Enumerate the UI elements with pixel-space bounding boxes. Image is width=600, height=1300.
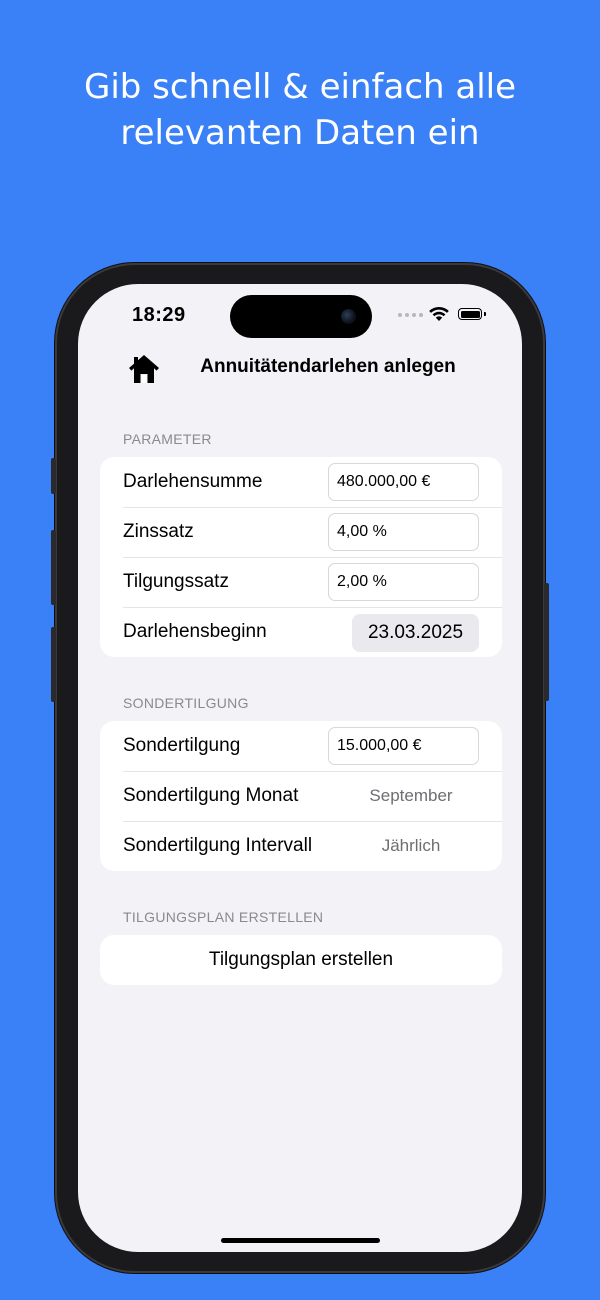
zinssatz-input[interactable]	[328, 513, 479, 551]
parameter-group: Darlehensumme Zinssatz Tilgungssatz Darl…	[100, 457, 502, 657]
promo-headline-line-2: relevanten Daten ein	[120, 113, 480, 153]
row-darlehenssumme: Darlehensumme	[100, 457, 502, 507]
darlehenssumme-label: Darlehensumme	[123, 471, 263, 492]
row-tilgungssatz: Tilgungssatz	[100, 557, 502, 607]
sondertilgung-monat-picker[interactable]: September	[336, 786, 486, 806]
sondertilgung-group: Sondertilgung Sondertilgung Monat Septem…	[100, 721, 502, 871]
front-camera-icon	[341, 309, 356, 324]
promo-headline: Gib schnell & einfach alle relevanten Da…	[0, 64, 600, 156]
home-indicator[interactable]	[221, 1238, 380, 1243]
phone-action-button	[51, 458, 56, 494]
phone-volume-up-button	[51, 530, 56, 605]
zinssatz-label: Zinssatz	[123, 521, 194, 542]
phone-power-button	[544, 583, 549, 701]
section-header-sondertilgung: SONDERTILGUNG	[123, 695, 249, 711]
row-darlehensbeginn: Darlehensbeginn 23.03.2025	[100, 607, 502, 657]
sondertilgung-input[interactable]	[328, 727, 479, 765]
status-time: 18:29	[132, 304, 186, 326]
tilgungssatz-label: Tilgungssatz	[123, 571, 229, 592]
darlehensbeginn-label: Darlehensbeginn	[123, 621, 267, 642]
row-zinssatz: Zinssatz	[100, 507, 502, 557]
sondertilgung-monat-label: Sondertilgung Monat	[123, 785, 299, 806]
signal-dots-icon	[398, 313, 423, 317]
darlehensbeginn-date-picker[interactable]: 23.03.2025	[352, 614, 479, 652]
wifi-icon	[429, 306, 449, 321]
promo-headline-line-1: Gib schnell & einfach alle	[83, 67, 517, 107]
sondertilgung-intervall-label: Sondertilgung Intervall	[123, 835, 313, 856]
page-title: Annuitätendarlehen anlegen	[200, 356, 456, 377]
house-icon[interactable]	[128, 354, 160, 384]
row-sondertilgung-intervall: Sondertilgung Intervall Jährlich	[100, 821, 502, 871]
row-sondertilgung: Sondertilgung	[100, 721, 502, 771]
phone-volume-down-button	[51, 627, 56, 702]
battery-icon	[458, 308, 486, 320]
dynamic-island	[230, 295, 372, 338]
tilgungssatz-input[interactable]	[328, 563, 479, 601]
row-sondertilgung-monat: Sondertilgung Monat September	[100, 771, 502, 821]
section-header-parameter: PARAMETER	[123, 431, 212, 447]
sondertilgung-label: Sondertilgung	[123, 735, 241, 756]
darlehenssumme-input[interactable]	[328, 463, 479, 501]
section-header-tilgungsplan: TILGUNGSPLAN ERSTELLEN	[123, 909, 324, 925]
sondertilgung-intervall-picker[interactable]: Jährlich	[336, 836, 486, 856]
phone-screen: 18:29 Annuitätendarlehen anlegen PARAMET…	[78, 284, 522, 1252]
tilgungsplan-erstellen-button[interactable]: Tilgungsplan erstellen	[100, 935, 502, 985]
